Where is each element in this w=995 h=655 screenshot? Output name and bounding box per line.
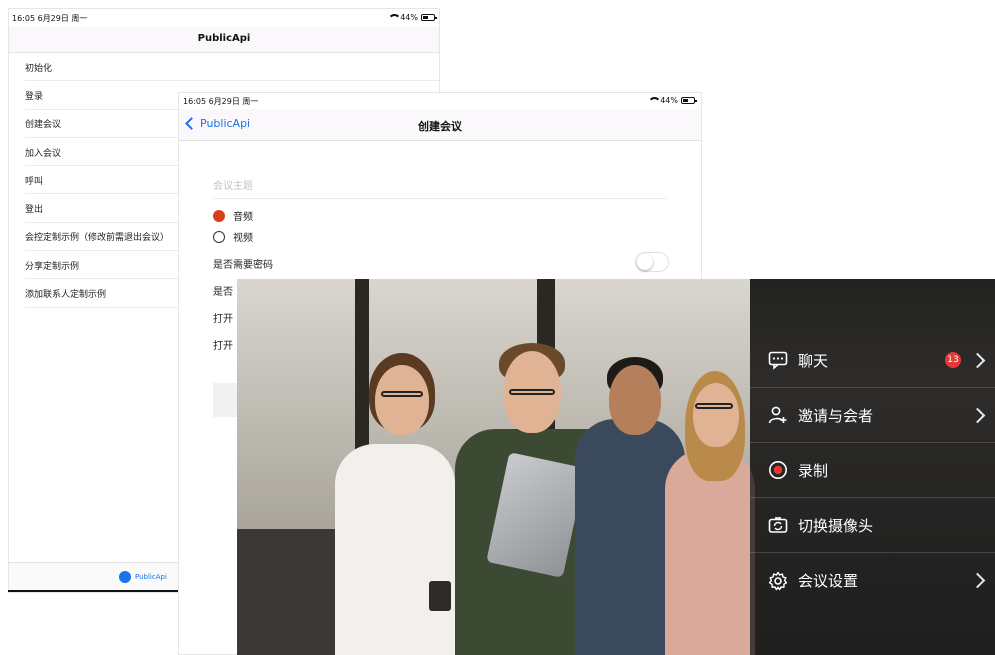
wifi-icon bbox=[648, 97, 662, 104]
nav-bar: PublicApi bbox=[9, 27, 439, 53]
radio-selected-icon bbox=[213, 209, 225, 222]
add-person-icon bbox=[768, 406, 787, 424]
divider bbox=[8, 590, 180, 592]
chevron-right-icon bbox=[969, 572, 986, 589]
radio-unselected-icon bbox=[213, 230, 225, 243]
gear-icon bbox=[768, 571, 788, 590]
switch-camera-icon bbox=[768, 517, 788, 533]
coffee-cup bbox=[429, 581, 451, 611]
menu-item-invite[interactable]: 邀请与会者 bbox=[750, 388, 995, 443]
list-item-init[interactable]: 初始化 bbox=[9, 53, 439, 82]
meeting-more-menu: 聊天 13 邀请与会者 录制 切换摄像头 会议设置 bbox=[750, 279, 995, 655]
nav-title: PublicApi bbox=[197, 33, 251, 44]
menu-item-chat[interactable]: 聊天 13 bbox=[750, 333, 995, 388]
battery-percent: 44% bbox=[400, 13, 418, 22]
radio-audio-label: 音频 bbox=[233, 212, 253, 223]
record-icon bbox=[769, 461, 787, 479]
chevron-right-icon bbox=[969, 352, 986, 368]
radio-audio[interactable]: 音频 bbox=[213, 208, 253, 223]
nav-bar: PublicApi 创建会议 bbox=[179, 109, 701, 141]
menu-item-switch-camera[interactable]: 切换摄像头 bbox=[750, 498, 995, 553]
radio-video-label: 视频 bbox=[233, 233, 253, 244]
need-password-label: 是否需要密码 bbox=[213, 260, 273, 271]
menu-label-settings: 会议设置 bbox=[798, 572, 859, 590]
meeting-topic-input[interactable]: 会议主题 bbox=[213, 177, 667, 199]
status-bar: 16:05 6月29日 周一 44% bbox=[179, 93, 701, 109]
video-meeting-screen: 聊天 13 邀请与会者 录制 切换摄像头 会议设置 bbox=[237, 279, 995, 655]
page-title: 创建会议 bbox=[418, 120, 462, 133]
chat-icon bbox=[768, 351, 788, 370]
status-bar: 16:05 6月29日 周一 44% bbox=[9, 9, 439, 27]
setting-row-3: 打开 bbox=[213, 314, 233, 325]
status-time: 16:05 6月29日 周一 bbox=[12, 14, 88, 23]
wifi-icon bbox=[388, 14, 402, 21]
tab-dot-icon bbox=[119, 571, 131, 583]
tab-label: PublicApi bbox=[135, 573, 167, 581]
tab-publicapi[interactable]: PublicApi bbox=[119, 571, 167, 583]
chevron-right-icon bbox=[969, 407, 986, 423]
battery-icon bbox=[421, 14, 437, 21]
menu-item-record[interactable]: 录制 bbox=[750, 443, 995, 498]
status-time: 16:05 6月29日 周一 bbox=[183, 97, 259, 106]
battery-percent: 44% bbox=[660, 96, 678, 105]
unread-badge: 13 bbox=[945, 352, 961, 368]
radio-video[interactable]: 视频 bbox=[213, 229, 253, 244]
menu-item-settings[interactable]: 会议设置 bbox=[750, 553, 995, 608]
battery-icon bbox=[681, 97, 697, 104]
menu-label-switch-camera: 切换摄像头 bbox=[798, 516, 874, 535]
menu-label-record: 录制 bbox=[798, 461, 829, 480]
setting-row-2: 是否 bbox=[213, 287, 233, 298]
password-toggle[interactable] bbox=[635, 252, 669, 272]
menu-label-chat: 聊天 bbox=[798, 351, 829, 370]
setting-row-4: 打开 bbox=[213, 341, 233, 352]
menu-label-invite: 邀请与会者 bbox=[798, 406, 874, 425]
